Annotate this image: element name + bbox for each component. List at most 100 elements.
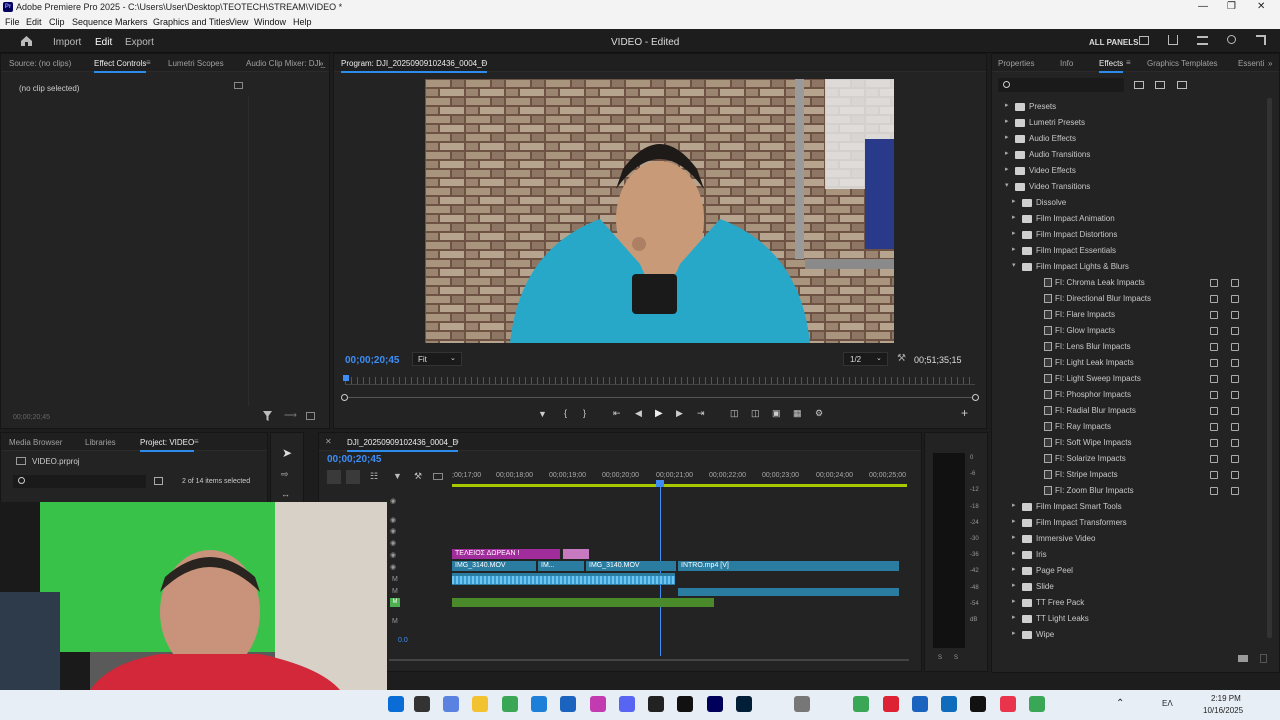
new-bin-icon[interactable] — [1238, 655, 1248, 662]
tab-effect-controls[interactable]: Effect Controls — [94, 59, 147, 73]
effect-item[interactable]: FI: Stripe Impacts — [991, 469, 1261, 483]
ripple-edit-icon[interactable]: ↔ — [281, 489, 290, 499]
chevron-right-icon[interactable]: ▸ — [1012, 245, 1016, 253]
chevron-right-icon[interactable]: ▸ — [1012, 229, 1016, 237]
task-view-icon[interactable] — [414, 696, 430, 712]
menu-edit[interactable]: Edit — [26, 17, 42, 27]
edge-icon[interactable] — [531, 696, 547, 712]
video-clip[interactable]: IMG_3140.MOV — [452, 561, 536, 571]
obs-icon[interactable] — [648, 696, 664, 712]
capcut-icon[interactable] — [677, 696, 693, 712]
effect-folder[interactable]: ▸ Iris — [991, 549, 1261, 563]
eye-icon[interactable]: ◉ — [390, 497, 396, 505]
effect-folder[interactable]: ▸ Video Effects — [991, 165, 1261, 179]
start-icon[interactable] — [388, 696, 404, 712]
chevron-right-icon[interactable]: ▸ — [1012, 565, 1016, 573]
chevron-right-icon[interactable]: ▸ — [1005, 101, 1009, 109]
timeline-scrollbar[interactable] — [389, 659, 909, 661]
chevron-right-icon[interactable]: ▸ — [1012, 597, 1016, 605]
menu-clip[interactable]: Clip — [49, 17, 65, 27]
tab-libraries[interactable]: Libraries — [85, 438, 116, 447]
effect-item[interactable]: FI: Solarize Impacts — [991, 453, 1261, 467]
menu-window[interactable]: Window — [254, 17, 286, 27]
effect-item[interactable]: FI: Soft Wipe Impacts — [991, 437, 1261, 451]
chevron-right-icon[interactable]: ▸ — [1005, 117, 1009, 125]
extract-icon[interactable]: ◫ — [751, 408, 760, 419]
chevron-right-icon[interactable]: ▸ — [1005, 149, 1009, 157]
new-bin-icon[interactable] — [154, 477, 163, 485]
effect-item[interactable]: FI: Directional Blur Impacts — [991, 293, 1261, 307]
share-icon[interactable] — [1168, 35, 1178, 45]
video-clip[interactable]: IM... — [538, 561, 584, 571]
eye-icon[interactable]: ◉ — [390, 563, 396, 571]
effect-folder[interactable]: ▸ Slide — [991, 581, 1261, 595]
tab-lumetri-scopes[interactable]: Lumetri Scopes — [168, 59, 224, 68]
mark-out-icon[interactable]: } — [583, 408, 586, 418]
menu-graphics[interactable]: Graphics and Titles — [153, 17, 230, 27]
zoom-bar[interactable] — [345, 397, 975, 398]
clock-time[interactable]: 2:19 PM — [1211, 694, 1241, 703]
nest-icon[interactable] — [327, 470, 341, 484]
tiktok-icon[interactable] — [970, 696, 986, 712]
effect-item[interactable]: FI: Chroma Leak Impacts — [991, 277, 1261, 291]
export-frame-icon[interactable] — [306, 412, 315, 420]
filter-icon[interactable] — [263, 411, 272, 421]
tab-overflow-icon[interactable]: » — [319, 59, 323, 68]
mute-toggle[interactable]: M — [392, 576, 398, 583]
zoom-handle-left[interactable] — [341, 394, 348, 401]
android-icon[interactable] — [853, 696, 869, 712]
chevron-right-icon[interactable]: ▸ — [1012, 533, 1016, 541]
effect-folder[interactable]: ▸ Page Peel — [991, 565, 1261, 579]
tiktok-studio-icon[interactable] — [1000, 696, 1016, 712]
mark-in-icon[interactable]: { — [564, 408, 567, 418]
effect-folder[interactable]: ▸ Immersive Video — [991, 533, 1261, 547]
effect-item[interactable]: FI: Radial Blur Impacts — [991, 405, 1261, 419]
track-select-icon[interactable]: ⇨ — [281, 469, 289, 480]
zoom-handle-right[interactable] — [972, 394, 979, 401]
effect-folder[interactable]: ▸ Audio Effects — [991, 133, 1261, 147]
tab-sequence[interactable]: DJI_20250909102436_0004_D — [347, 438, 459, 452]
chevron-down-icon[interactable]: ▾ — [1012, 261, 1016, 269]
mute-toggle[interactable]: M — [392, 618, 398, 625]
effect-folder[interactable]: ▸ Lumetri Presets — [991, 117, 1261, 131]
effect-item[interactable]: FI: Light Sweep Impacts — [991, 373, 1261, 387]
play-icon[interactable]: ▶ — [655, 408, 663, 419]
effect-folder[interactable]: ▸ Film Impact Transformers — [991, 517, 1261, 531]
menu-file[interactable]: File — [5, 17, 20, 27]
add-button-icon[interactable]: + — [961, 406, 968, 420]
meter-solo-button[interactable]: S — [954, 655, 958, 661]
chevron-right-icon[interactable]: ▸ — [1005, 133, 1009, 141]
effect-item[interactable]: FI: Glow Impacts — [991, 325, 1261, 339]
linked-selection-icon[interactable]: ☷ — [370, 471, 378, 482]
effect-item[interactable]: FI: Lens Blur Impacts — [991, 341, 1261, 355]
effect-folder[interactable]: ▸ TT Light Leaks — [991, 613, 1261, 627]
title-clip[interactable]: ΤΕΛΕΙΟΣ ΔΩΡΕΑΝ ! — [452, 549, 560, 559]
add-marker-icon[interactable]: ▼ — [538, 409, 547, 419]
chevron-down-icon[interactable]: ▾ — [1005, 181, 1009, 189]
store-icon[interactable] — [560, 696, 576, 712]
resolution-dropdown[interactable]: 1/2 ⌄ — [843, 352, 888, 366]
tab-media-browser[interactable]: Media Browser — [9, 438, 62, 447]
project-search-input[interactable] — [13, 475, 146, 488]
premiere-taskbar-icon[interactable] — [707, 696, 723, 712]
timeline-menu-icon[interactable]: ≡ — [454, 437, 459, 446]
mute-toggle[interactable]: M — [392, 588, 398, 595]
discord-icon[interactable] — [619, 696, 635, 712]
timeline-timecode[interactable]: 00;00;20;45 — [327, 454, 381, 465]
recorder-icon[interactable] — [883, 696, 899, 712]
effect-item[interactable]: FI: Zoom Blur Impacts — [991, 485, 1261, 499]
step-forward-icon[interactable]: ▶ — [676, 408, 683, 419]
ripple-icon[interactable]: ⟶ — [284, 410, 297, 421]
chevron-right-icon[interactable]: ▸ — [1012, 517, 1016, 525]
chevron-right-icon[interactable]: ▸ — [1012, 197, 1016, 205]
maximize-icon[interactable]: ❐ — [1227, 1, 1236, 12]
menu-help[interactable]: Help — [293, 17, 312, 27]
effect-folder[interactable]: ▸ TT Free Pack — [991, 597, 1261, 611]
effect-folder[interactable]: ▾ Video Transitions — [991, 181, 1261, 195]
search-icon[interactable] — [1227, 35, 1236, 44]
delete-icon[interactable] — [1260, 654, 1267, 663]
eye-icon[interactable]: ◉ — [390, 551, 396, 559]
go-to-out-icon[interactable]: ⇥ — [697, 408, 705, 419]
snap-icon[interactable] — [346, 470, 360, 484]
intro-clip[interactable]: INTRO.mp4 [V] — [678, 561, 899, 571]
